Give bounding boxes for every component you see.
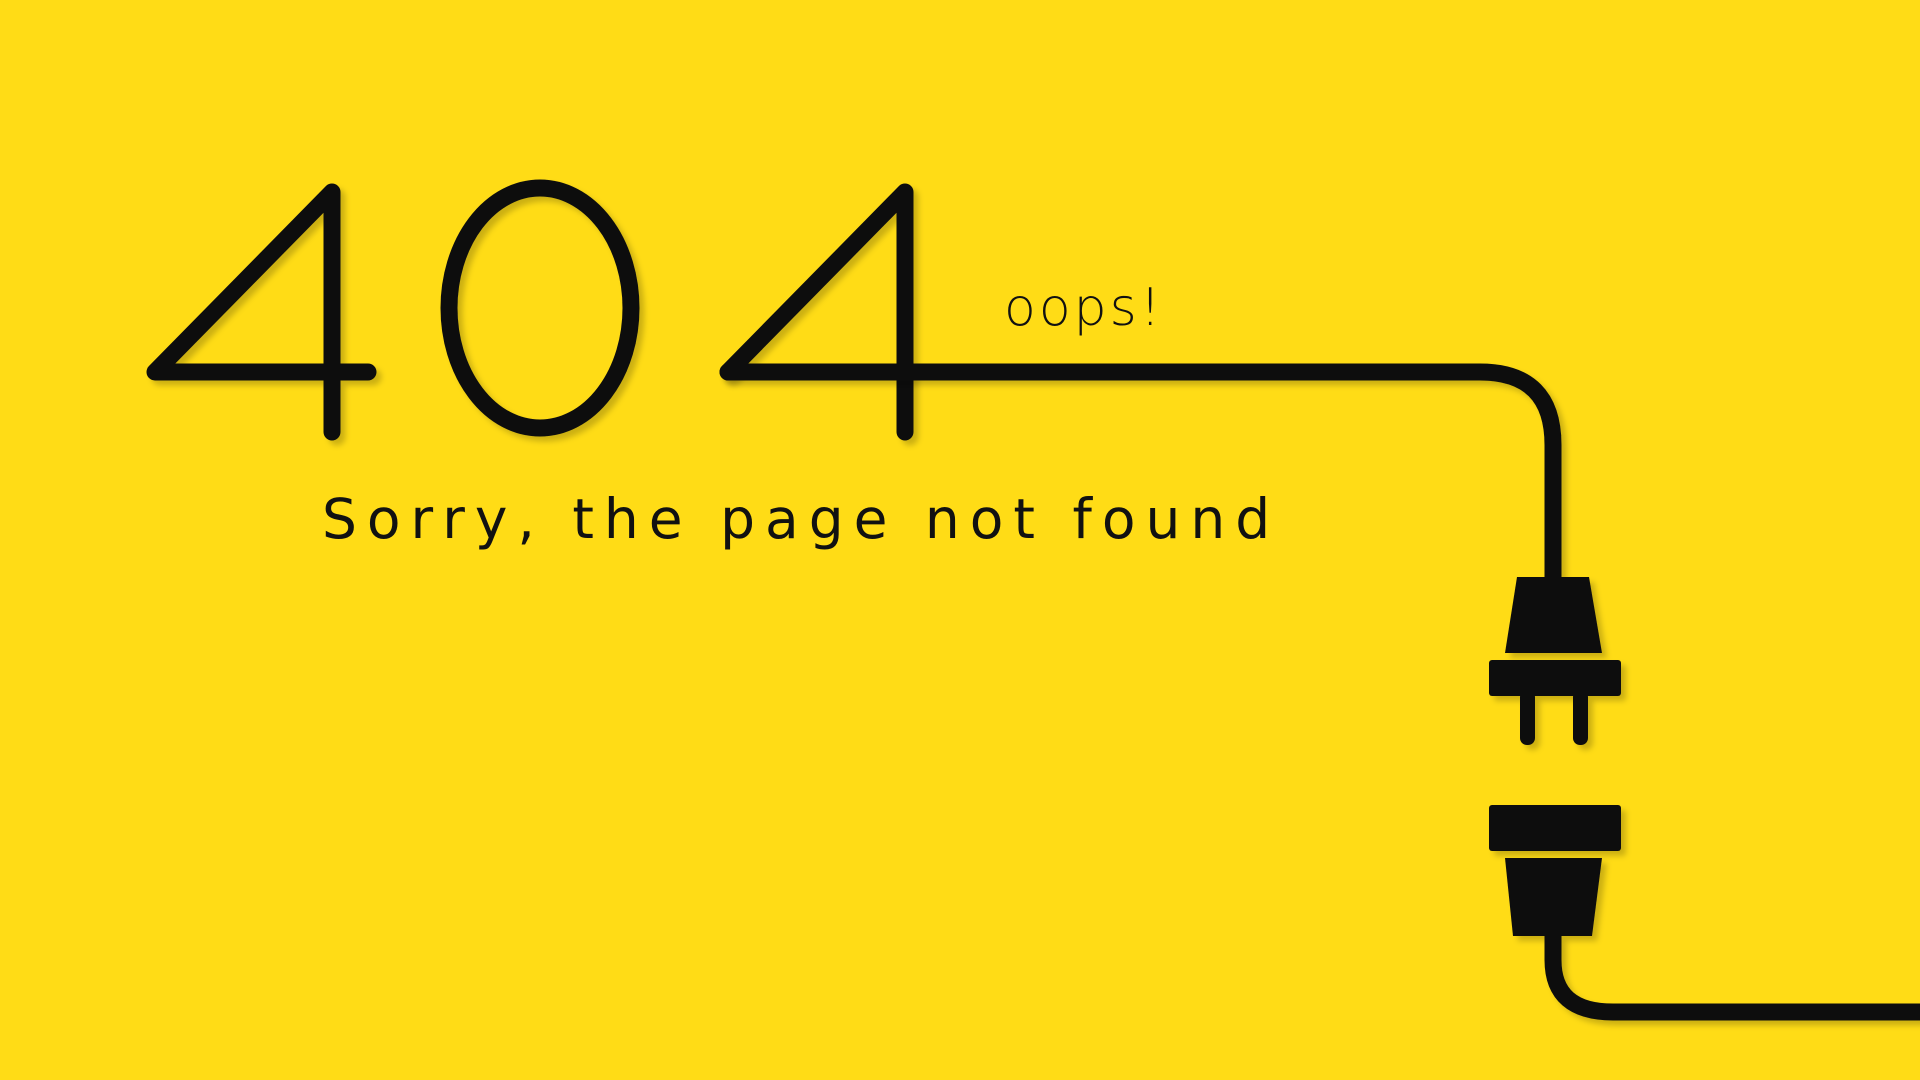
plug-prong-left: [1520, 690, 1535, 745]
plug-body: [1505, 577, 1602, 653]
plug-prong-right: [1573, 690, 1588, 745]
digit-zero: [440, 179, 640, 437]
lower-cord: [1544, 927, 1920, 1021]
socket-body: [1505, 858, 1602, 936]
digit-four-right: [719, 183, 914, 441]
socket: [1489, 805, 1621, 936]
error-message: Sorry, the page not found: [322, 487, 1281, 551]
oops-label: oops!: [1004, 278, 1164, 338]
plug: [1489, 577, 1621, 745]
digit-four-left: [146, 183, 377, 441]
upper-cord: [719, 363, 1562, 594]
error-code-404: [146, 179, 914, 441]
plug-collar: [1489, 660, 1621, 696]
socket-collar: [1489, 805, 1621, 851]
unplugged-power-cord-icon: [719, 363, 1920, 1021]
